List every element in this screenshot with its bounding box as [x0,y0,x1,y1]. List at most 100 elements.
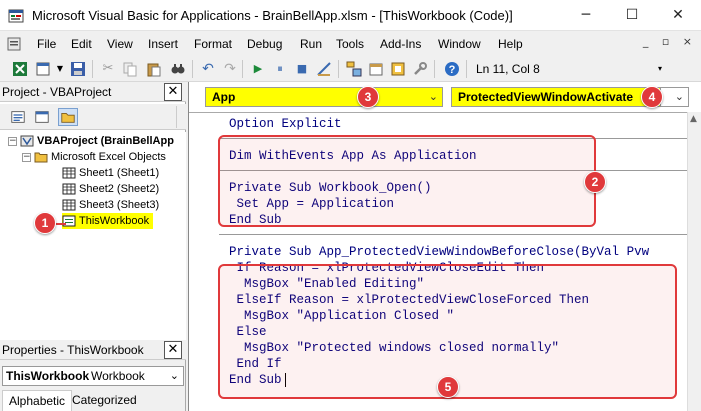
tree-node-excel-objects[interactable]: Microsoft Excel Objects [34,149,166,165]
view-code-icon[interactable] [8,108,28,126]
procedure-combo-value: ProtectedViewWindowActivate [458,90,634,104]
properties-window-icon[interactable] [368,61,384,77]
annotation-box-declarations [218,135,596,227]
chevron-down-icon[interactable]: ⌄ [429,88,438,106]
properties-pane-close-button[interactable]: ✕ [164,341,182,359]
close-button[interactable]: ✕ [655,0,701,31]
maximize-button[interactable]: ☐ [609,0,655,31]
code-vertical-scrollbar[interactable]: ▲ [687,112,701,411]
code-line: Private Sub App_ProtectedViewWindowBefor… [229,245,650,259]
project-pane-title-bar: Project - VBAProject ✕ [0,82,186,102]
undo-icon[interactable]: ↶ [200,61,216,77]
collapse-toggle[interactable]: − [22,153,31,162]
dropdown-arrow-icon[interactable]: ▼ [52,61,68,77]
cut-icon[interactable]: ✂ [100,61,116,77]
object-combo[interactable]: App ⌄ [205,87,443,107]
annotation-badge-4: 4 [641,86,663,108]
toolbox-icon[interactable] [412,61,428,77]
tree-node-sheet3[interactable]: Sheet3 (Sheet3) [62,197,159,213]
project-tree: − VBAProject (BrainBellApp − Microsoft E… [0,132,186,340]
toolbar-separator [92,60,93,78]
object-selector-type: Workbook [91,369,145,383]
save-icon[interactable] [70,61,86,77]
tree-node-thisworkbook[interactable]: ThisWorkbook [62,213,154,229]
mdi-window-controls[interactable]: _ ▫ × [643,35,697,48]
toolbar-overflow-icon[interactable]: ▾ [655,61,665,77]
toolbar-separator [434,60,435,78]
paste-icon[interactable] [146,61,162,77]
properties-tabs: Alphabetic Categorized [0,390,186,411]
tree-node-sheet2[interactable]: Sheet2 (Sheet2) [62,181,159,197]
project-pane-scroll-grip [176,106,184,128]
annotation-badge-2: 2 [584,171,606,193]
badge-connector [56,223,66,225]
toolbar-separator [338,60,339,78]
reset-icon[interactable]: ■ [294,61,310,77]
workbook-icon [62,215,76,227]
redo-icon[interactable]: ↷ [222,61,238,77]
project-pane-title: Project - VBAProject [2,85,112,99]
tree-label-sheet1: Sheet1 (Sheet1) [79,167,160,179]
toolbar-separator [242,60,243,78]
worksheet-icon [62,199,76,211]
svg-text:?: ? [449,64,456,76]
cursor-position: Ln 11, Col 8 [476,62,540,76]
project-pane-toolbar [0,104,186,130]
menu-tools[interactable]: Tools [336,37,364,51]
folder-icon [34,152,48,163]
annotation-badge-1: 1 [34,212,56,234]
tab-categorized[interactable]: Categorized [66,390,143,411]
menu-format[interactable]: Format [194,37,232,51]
menu-add-ins[interactable]: Add-Ins [380,37,421,51]
tree-label-sheet3: Sheet3 (Sheet3) [79,199,160,211]
tree-label-sheet2: Sheet2 (Sheet2) [79,183,160,195]
chevron-down-icon[interactable]: ⌄ [675,90,684,103]
collapse-toggle[interactable]: − [8,137,17,146]
menu-edit[interactable]: Edit [71,37,92,51]
help-icon[interactable]: ? [444,61,460,77]
procedure-combo[interactable]: ProtectedViewWindowActivate [451,87,661,107]
excel-view-icon[interactable] [12,61,28,77]
annotation-badge-3: 3 [357,86,379,108]
chevron-down-icon[interactable]: ⌄ [170,369,179,382]
title-bar: Microsoft Visual Basic for Applications … [0,0,701,31]
menu-insert[interactable]: Insert [148,37,178,51]
properties-pane-title: Properties - ThisWorkbook [2,343,144,357]
object-selector[interactable]: ThisWorkbook Workbook ⌄ [2,366,184,386]
run-icon[interactable]: ▶ [250,61,266,77]
object-combo-value: App [212,90,236,104]
tree-label-thisworkbook: ThisWorkbook [79,215,150,227]
worksheet-icon [62,167,76,179]
annotation-badge-5: 5 [437,376,459,398]
design-mode-icon[interactable] [316,61,332,77]
copy-icon[interactable] [122,61,138,77]
insert-userform-icon[interactable] [36,61,52,77]
project-pane-close-button[interactable]: ✕ [164,83,182,101]
tree-label-vbaproject: VBAProject (BrainBellApp [37,135,174,147]
menu-run[interactable]: Run [300,37,322,51]
menu-file[interactable]: File [37,37,56,51]
scroll-up-icon[interactable]: ▲ [690,114,697,124]
object-selector-name: ThisWorkbook [6,369,90,383]
procedure-combo-dropdown[interactable]: ⌄ [661,87,689,107]
tab-alphabetic[interactable]: Alphabetic [2,390,73,411]
menu-debug[interactable]: Debug [247,37,282,51]
menu-window[interactable]: Window [438,37,481,51]
vba-project-icon [20,135,34,147]
minimize-button[interactable]: ─ [563,0,609,31]
find-icon[interactable] [170,61,186,77]
object-browser-icon[interactable] [390,61,406,77]
tree-node-sheet1[interactable]: Sheet1 (Sheet1) [62,165,159,181]
window-title: Microsoft Visual Basic for Applications … [32,8,513,23]
tree-node-vbaproject[interactable]: VBAProject (BrainBellApp [20,133,174,149]
menu-view[interactable]: View [107,37,133,51]
properties-pane: Properties - ThisWorkbook ✕ ThisWorkbook… [0,340,186,411]
menu-help[interactable]: Help [498,37,523,51]
vba-app-icon [8,9,24,23]
standard-toolbar: ▼ ✂ ↶ ↷ ▶ ⏸ ■ ? ▾ [0,56,701,82]
code-line: Option Explicit [229,117,342,131]
break-icon[interactable]: ⏸ [272,61,288,77]
toggle-folders-icon[interactable] [58,108,78,126]
project-explorer-icon[interactable] [346,61,362,77]
view-object-icon[interactable] [32,108,52,126]
